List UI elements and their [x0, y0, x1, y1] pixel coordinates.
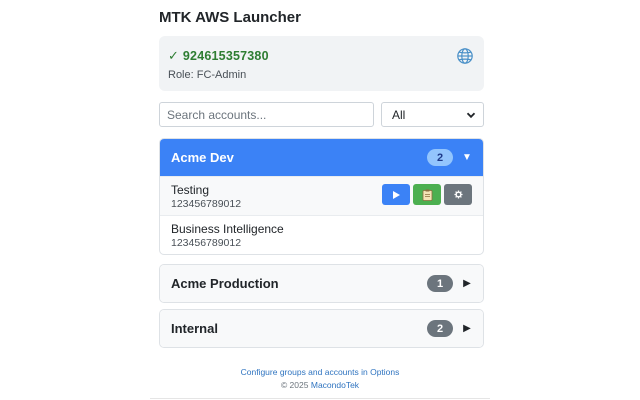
launcher-panel: MTK AWS Launcher ✓ 924615357380 Role: FC…	[150, 0, 490, 400]
account-actions	[382, 184, 472, 205]
account-name: Business Intelligence	[171, 222, 284, 236]
company-link[interactable]: MacondoTek	[311, 380, 359, 390]
group-name: Acme Production	[171, 276, 279, 291]
copy-button[interactable]	[413, 184, 441, 205]
group-header-internal[interactable]: Internal 2 ▶	[160, 310, 483, 347]
count-badge: 2	[427, 149, 453, 166]
expand-triangle-icon: ▶	[463, 323, 471, 334]
group-header-acme-dev[interactable]: Acme Dev 2 ▼	[160, 139, 483, 176]
launch-button[interactable]	[382, 184, 410, 205]
group-name: Internal	[171, 321, 218, 336]
account-row-testing[interactable]: Testing 123456789012	[160, 176, 483, 215]
count-badge: 1	[427, 275, 453, 292]
play-icon	[393, 190, 400, 199]
copyright: © 2025 MacondoTek	[150, 380, 490, 390]
account-id-row: ✓ 924615357380	[168, 48, 269, 64]
expand-triangle-icon: ▶	[463, 278, 471, 289]
account-id: 924615357380	[182, 49, 269, 63]
group-header-acme-production[interactable]: Acme Production 1 ▶	[160, 265, 483, 302]
account-row-business-intelligence[interactable]: Business Intelligence 123456789012	[160, 215, 483, 254]
collapse-triangle-icon: ▼	[462, 152, 472, 163]
filter-selected-value: All	[392, 107, 406, 122]
count-badge: 2	[427, 320, 453, 337]
search-input[interactable]	[159, 102, 374, 127]
globe-icon[interactable]	[456, 47, 474, 65]
clipboard-icon	[422, 189, 432, 201]
gear-icon	[453, 190, 463, 199]
copyright-text: © 2025	[280, 380, 309, 390]
chevron-down-icon	[466, 112, 476, 118]
checkmark-icon: ✓	[168, 48, 179, 63]
config-button[interactable]	[444, 184, 472, 205]
current-account-card: ✓ 924615357380 Role: FC-Admin	[159, 36, 484, 91]
group-name: Acme Dev	[171, 150, 234, 165]
group-acme-dev: Acme Dev 2 ▼ Testing 123456789012 Busine…	[159, 138, 484, 255]
account-number: 123456789012	[171, 237, 242, 249]
filter-select[interactable]: All	[381, 102, 484, 127]
group-acme-production: Acme Production 1 ▶	[159, 264, 484, 303]
group-internal: Internal 2 ▶	[159, 309, 484, 348]
app-title: MTK AWS Launcher	[159, 9, 301, 26]
options-link[interactable]: Configure groups and accounts in Options	[150, 367, 490, 377]
account-role: Role: FC-Admin	[168, 69, 247, 81]
